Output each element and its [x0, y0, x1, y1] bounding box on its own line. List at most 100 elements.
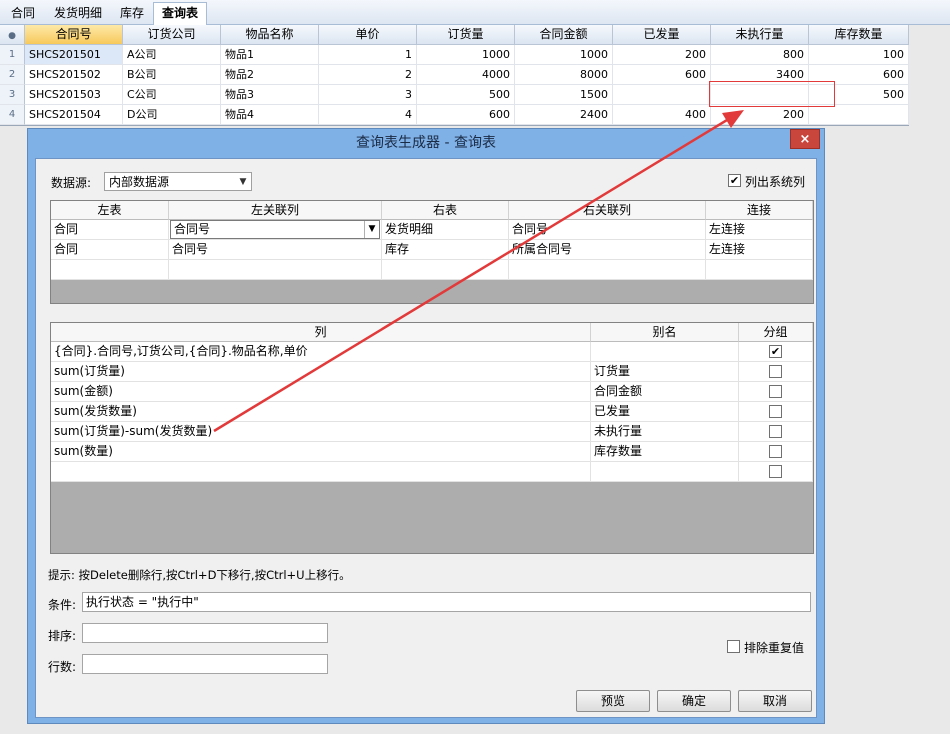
- table-cell[interactable]: 600: [613, 65, 711, 85]
- alias-cell[interactable]: 合同金额: [591, 382, 739, 402]
- group-cell[interactable]: [739, 442, 813, 462]
- left-join-column-select[interactable]: 合同号 ▼: [170, 220, 380, 239]
- column-header[interactable]: 订货量: [417, 25, 515, 45]
- group-cell[interactable]: [739, 382, 813, 402]
- group-cell[interactable]: [739, 422, 813, 442]
- table-cell[interactable]: D公司: [123, 105, 221, 125]
- join-cell[interactable]: 合同: [51, 220, 169, 240]
- column-header[interactable]: 分组: [739, 323, 813, 342]
- join-cell[interactable]: 左连接: [706, 220, 813, 240]
- column-header[interactable]: 别名: [591, 323, 739, 342]
- table-cell[interactable]: 200: [711, 105, 809, 125]
- group-checkbox[interactable]: [769, 385, 782, 398]
- row-number[interactable]: 4: [0, 105, 25, 125]
- tab-shipment-details[interactable]: 发货明细: [45, 3, 111, 25]
- join-cell[interactable]: 合同号: [169, 240, 382, 260]
- datasource-select[interactable]: 内部数据源 ▼: [104, 172, 252, 191]
- table-cell[interactable]: 物品1: [221, 45, 319, 65]
- column-header[interactable]: 订货公司: [123, 25, 221, 45]
- join-header[interactable]: 左关联列: [169, 201, 382, 220]
- alias-cell[interactable]: 已发量: [591, 402, 739, 422]
- column-expression-cell[interactable]: sum(发货数量): [51, 402, 591, 422]
- group-cell[interactable]: [739, 362, 813, 382]
- join-cell[interactable]: 合同号: [509, 220, 706, 240]
- column-header[interactable]: 单价: [319, 25, 417, 45]
- table-cell[interactable]: 800: [711, 45, 809, 65]
- group-cell[interactable]: [739, 462, 813, 482]
- alias-cell[interactable]: 订货量: [591, 362, 739, 382]
- table-cell[interactable]: A公司: [123, 45, 221, 65]
- join-header[interactable]: 连接: [706, 201, 813, 220]
- group-checkbox[interactable]: ✔: [769, 345, 782, 358]
- table-cell[interactable]: 400: [613, 105, 711, 125]
- join-cell-editor[interactable]: 合同号 ▼: [169, 220, 382, 240]
- row-header-corner[interactable]: ●: [0, 25, 25, 45]
- distinct-checkbox[interactable]: [727, 640, 740, 653]
- table-cell[interactable]: 物品2: [221, 65, 319, 85]
- table-cell[interactable]: B公司: [123, 65, 221, 85]
- table-cell[interactable]: 1500: [515, 85, 613, 105]
- column-header[interactable]: 未执行量: [711, 25, 809, 45]
- cancel-button[interactable]: 取消: [738, 690, 812, 712]
- table-cell[interactable]: 1000: [515, 45, 613, 65]
- table-cell[interactable]: 4000: [417, 65, 515, 85]
- preview-button[interactable]: 预览: [576, 690, 650, 712]
- join-cell[interactable]: 所属合同号: [509, 240, 706, 260]
- table-cell[interactable]: SHCS201504: [25, 105, 123, 125]
- join-cell[interactable]: 左连接: [706, 240, 813, 260]
- column-expression-cell[interactable]: {合同}.合同号,订货公司,{合同}.物品名称,单价: [51, 342, 591, 362]
- row-count-input[interactable]: [82, 654, 328, 674]
- table-cell[interactable]: 物品3: [221, 85, 319, 105]
- table-cell[interactable]: 200: [613, 45, 711, 65]
- join-cell[interactable]: 合同: [51, 240, 169, 260]
- column-expression-cell[interactable]: sum(订货量): [51, 362, 591, 382]
- group-checkbox[interactable]: [769, 405, 782, 418]
- group-checkbox[interactable]: [769, 445, 782, 458]
- close-button[interactable]: ×: [790, 129, 820, 149]
- alias-cell[interactable]: 库存数量: [591, 442, 739, 462]
- join-cell[interactable]: [382, 260, 509, 280]
- join-cell[interactable]: [509, 260, 706, 280]
- row-number[interactable]: 3: [0, 85, 25, 105]
- group-checkbox[interactable]: [769, 365, 782, 378]
- join-cell[interactable]: 库存: [382, 240, 509, 260]
- table-cell[interactable]: 2400: [515, 105, 613, 125]
- table-cell[interactable]: 4: [319, 105, 417, 125]
- tab-inventory[interactable]: 库存: [113, 3, 151, 25]
- table-cell[interactable]: 2: [319, 65, 417, 85]
- tab-contract[interactable]: 合同: [3, 3, 43, 25]
- column-expression-cell[interactable]: sum(订货量)-sum(发货数量): [51, 422, 591, 442]
- group-cell[interactable]: [739, 402, 813, 422]
- list-system-columns-checkbox[interactable]: ✔: [728, 174, 741, 187]
- column-expression-cell[interactable]: sum(数量): [51, 442, 591, 462]
- sort-input[interactable]: [82, 623, 328, 643]
- column-header[interactable]: 列: [51, 323, 591, 342]
- join-header[interactable]: 右表: [382, 201, 509, 220]
- column-header[interactable]: 已发量: [613, 25, 711, 45]
- table-cell[interactable]: 物品4: [221, 105, 319, 125]
- join-cell[interactable]: [51, 260, 169, 280]
- group-cell[interactable]: ✔: [739, 342, 813, 362]
- column-expression-cell[interactable]: [51, 462, 591, 482]
- alias-cell[interactable]: [591, 462, 739, 482]
- ok-button[interactable]: 确定: [657, 690, 731, 712]
- table-cell[interactable]: [809, 105, 909, 125]
- table-cell[interactable]: 1000: [417, 45, 515, 65]
- join-cell[interactable]: 发货明细: [382, 220, 509, 240]
- row-number[interactable]: 1: [0, 45, 25, 65]
- column-header[interactable]: 物品名称: [221, 25, 319, 45]
- alias-cell[interactable]: 未执行量: [591, 422, 739, 442]
- condition-input[interactable]: 执行状态 = "执行中": [82, 592, 811, 612]
- join-header[interactable]: 右关联列: [509, 201, 706, 220]
- table-cell[interactable]: SHCS201503: [25, 85, 123, 105]
- column-expression-cell[interactable]: sum(金额): [51, 382, 591, 402]
- table-cell[interactable]: 100: [809, 45, 909, 65]
- tab-query-table[interactable]: 查询表: [153, 2, 207, 26]
- table-cell[interactable]: SHCS201502: [25, 65, 123, 85]
- column-header[interactable]: 合同号: [25, 25, 123, 45]
- table-cell[interactable]: 1: [319, 45, 417, 65]
- row-number[interactable]: 2: [0, 65, 25, 85]
- table-cell[interactable]: 3: [319, 85, 417, 105]
- table-cell[interactable]: [613, 85, 711, 105]
- alias-cell[interactable]: [591, 342, 739, 362]
